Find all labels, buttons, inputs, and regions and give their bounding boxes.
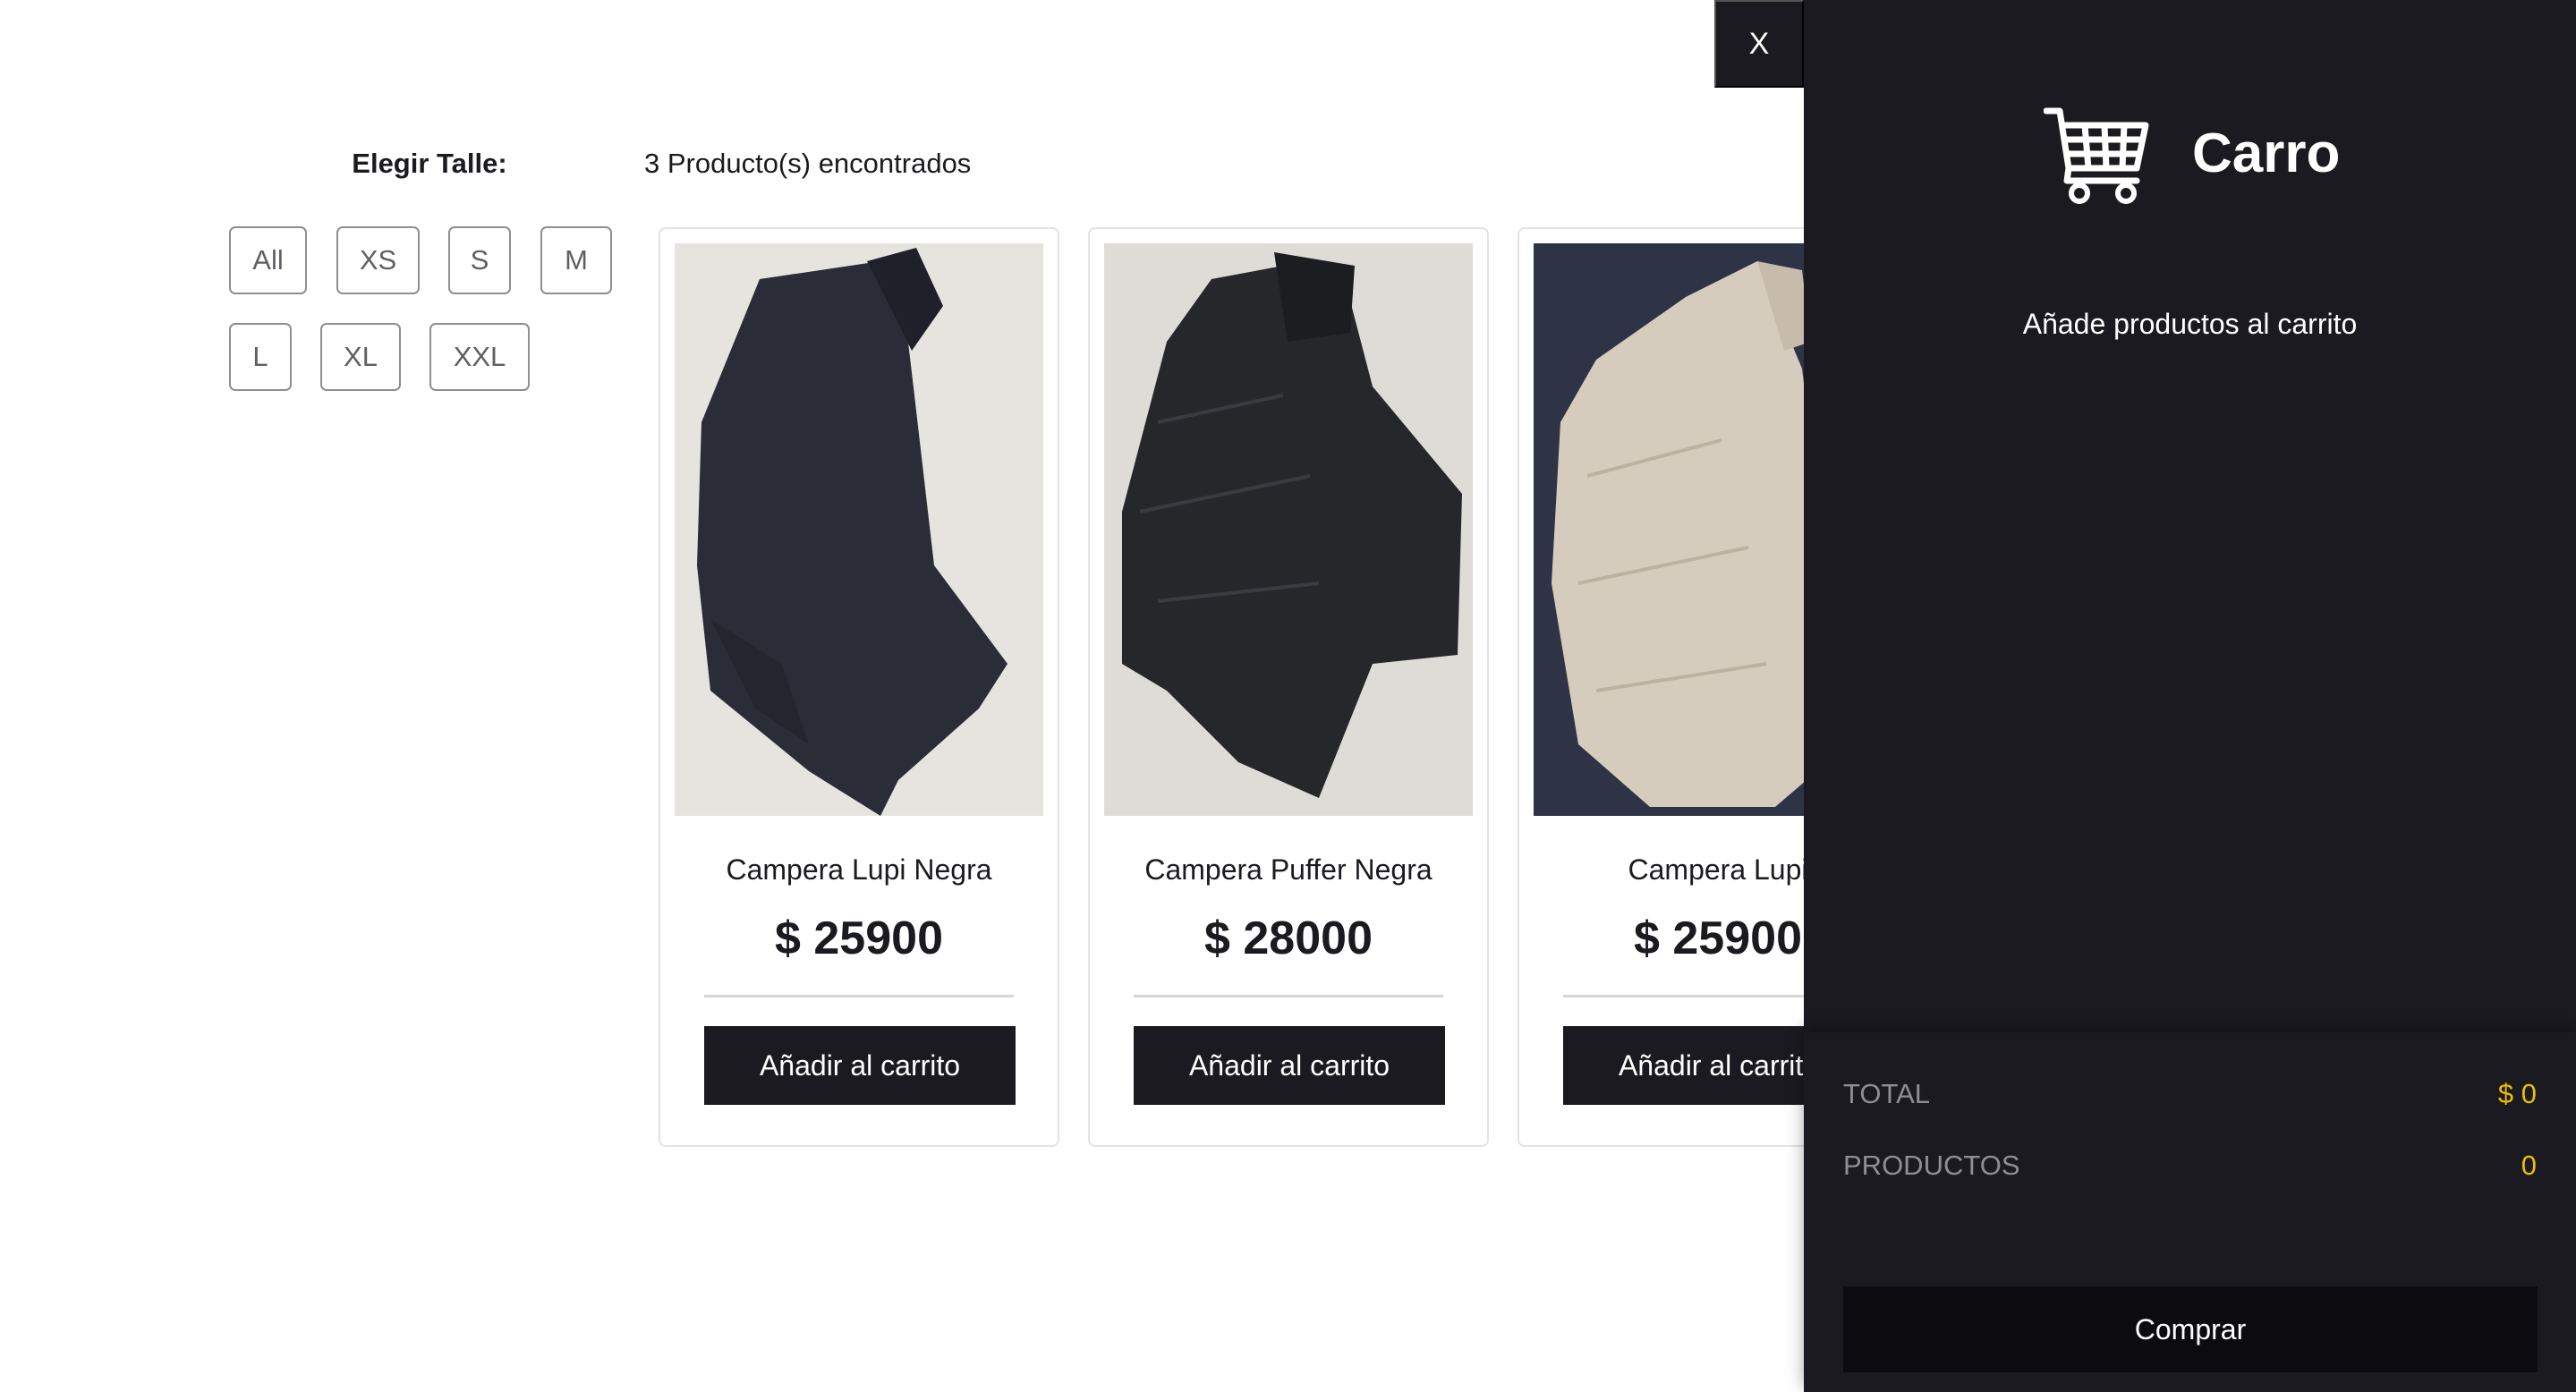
size-button-xxl[interactable]: XXL (429, 323, 530, 391)
cart-footer: TOTAL $ 0 PRODUCTOS 0 Comprar (1804, 1032, 2576, 1392)
cart-title: Carro (2192, 123, 2341, 184)
size-button-xs[interactable]: XS (336, 226, 420, 294)
cart-products-label: PRODUCTOS (1843, 1150, 2020, 1181)
cart-total-value: $ 0 (2497, 1078, 2537, 1109)
size-button-m[interactable]: M (540, 226, 612, 294)
product-card[interactable]: Campera Lupi Negra $ 25900 Añadir al car… (659, 227, 1059, 1147)
products-found-count: 3 Producto(s) encontrados (644, 148, 972, 179)
product-divider (704, 995, 1014, 997)
product-price: $ 28000 (1204, 912, 1373, 964)
product-image[interactable] (1104, 243, 1473, 816)
cart-sidebar: Carro Añade productos al carrito TOTAL $… (1804, 0, 2576, 1392)
product-name: Campera Puffer Negra (1144, 853, 1433, 886)
size-button-all[interactable]: All (229, 226, 307, 294)
size-button-xl[interactable]: XL (320, 323, 401, 391)
shopping-cart-icon (2044, 107, 2149, 204)
cart-total-label: TOTAL (1843, 1078, 1931, 1109)
product-divider (1134, 995, 1443, 997)
add-to-cart-button[interactable]: Añadir al carrito (704, 1026, 1016, 1105)
cart-header: Carro (1804, 102, 2576, 209)
product-name: Campera Lupi Negra (726, 853, 992, 886)
product-price: $ 25900 (775, 912, 943, 964)
product-card[interactable]: Campera Puffer Negra $ 28000 Añadir al c… (1088, 227, 1489, 1147)
add-to-cart-button[interactable]: Añadir al carrito (1134, 1026, 1445, 1105)
size-filter-title: Elegir Talle: (352, 148, 507, 179)
checkout-button[interactable]: Comprar (1843, 1286, 2538, 1372)
size-button-s[interactable]: S (448, 226, 511, 294)
cart-empty-message: Añade productos al carrito (2022, 308, 2358, 340)
cart-total-row: TOTAL $ 0 (1843, 1072, 2537, 1116)
size-button-l[interactable]: L (229, 323, 292, 391)
cart-products-row: PRODUCTOS 0 (1843, 1143, 2537, 1188)
product-image[interactable] (675, 243, 1043, 816)
cart-products-value: 0 (2521, 1150, 2537, 1181)
close-cart-button[interactable]: X (1714, 0, 1804, 88)
